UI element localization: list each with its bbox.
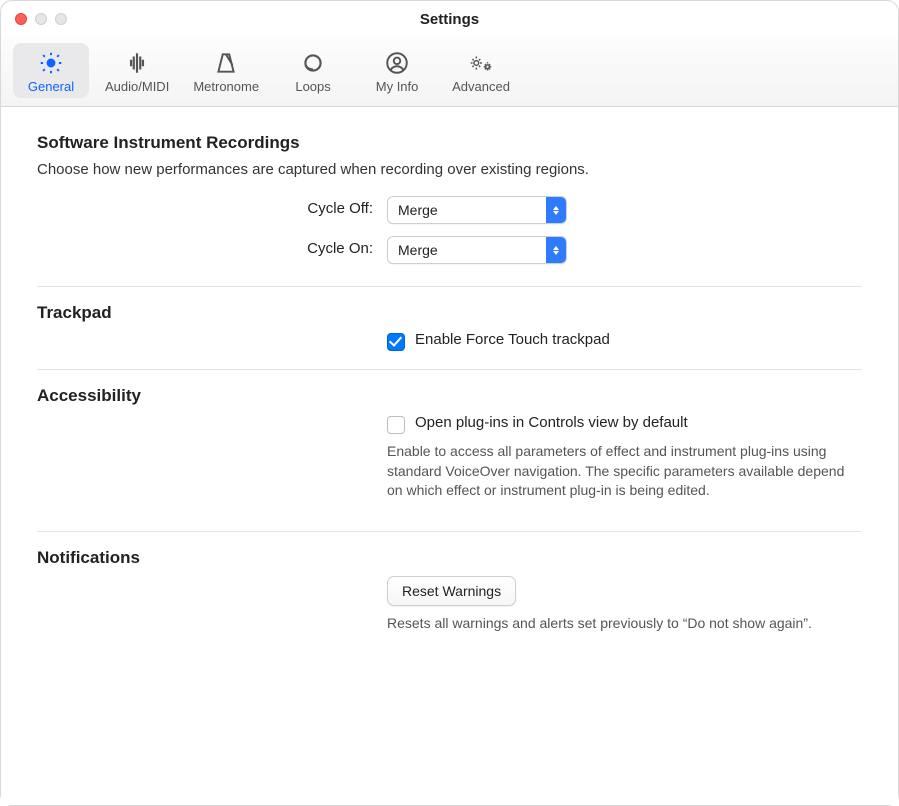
reset-warnings-label: Reset Warnings bbox=[402, 583, 501, 599]
reset-warnings-button[interactable]: Reset Warnings bbox=[387, 576, 516, 606]
traffic-lights bbox=[15, 13, 67, 25]
recordings-description: Choose how new performances are captured… bbox=[37, 161, 862, 178]
tab-label: Metronome bbox=[193, 79, 259, 94]
gear-icon bbox=[37, 49, 65, 77]
chevron-updown-icon bbox=[546, 237, 566, 263]
maximize-window-button[interactable] bbox=[55, 13, 67, 25]
tab-general[interactable]: General bbox=[13, 43, 89, 98]
tab-label: Loops bbox=[295, 79, 330, 94]
settings-toolbar: General Audio/MIDI Metronome bbox=[1, 37, 898, 107]
window-title: Settings bbox=[420, 11, 479, 28]
reset-warnings-hint: Resets all warnings and alerts set previ… bbox=[387, 614, 862, 634]
chevron-updown-icon bbox=[546, 197, 566, 223]
plugins-controls-checkbox[interactable] bbox=[387, 416, 405, 434]
minimize-window-button[interactable] bbox=[35, 13, 47, 25]
section-trackpad: Trackpad Enable Force Touch trackpad bbox=[37, 303, 862, 370]
metronome-icon bbox=[212, 49, 240, 77]
tab-my-info[interactable]: My Info bbox=[359, 43, 435, 98]
person-icon bbox=[383, 49, 411, 77]
tab-loops[interactable]: Loops bbox=[275, 43, 351, 98]
section-notifications: Notifications Reset Warnings Resets all … bbox=[37, 548, 862, 664]
plugins-controls-label: Open plug-ins in Controls view by defaul… bbox=[415, 414, 688, 431]
waveform-icon bbox=[123, 49, 151, 77]
close-window-button[interactable] bbox=[15, 13, 27, 25]
gears-icon bbox=[467, 49, 495, 77]
notifications-heading: Notifications bbox=[37, 548, 862, 568]
cycle-on-label: Cycle On: bbox=[37, 236, 377, 257]
tab-label: Audio/MIDI bbox=[105, 79, 169, 94]
trackpad-heading: Trackpad bbox=[37, 303, 862, 323]
accessibility-heading: Accessibility bbox=[37, 386, 862, 406]
tab-label: Advanced bbox=[452, 79, 510, 94]
section-recordings: Software Instrument Recordings Choose ho… bbox=[37, 133, 862, 287]
force-touch-checkbox[interactable] bbox=[387, 333, 405, 351]
tab-audio-midi[interactable]: Audio/MIDI bbox=[97, 43, 177, 98]
cycle-on-select[interactable]: Merge bbox=[387, 236, 567, 264]
cycle-off-value: Merge bbox=[398, 202, 438, 218]
plugins-controls-hint: Enable to access all parameters of effec… bbox=[387, 442, 862, 501]
settings-window: Settings General Audio/MIDI bbox=[1, 1, 898, 805]
section-accessibility: Accessibility Open plug-ins in Controls … bbox=[37, 386, 862, 532]
cycle-off-select[interactable]: Merge bbox=[387, 196, 567, 224]
content-area: Software Instrument Recordings Choose ho… bbox=[1, 107, 898, 805]
cycle-off-label: Cycle Off: bbox=[37, 196, 377, 217]
tab-label: My Info bbox=[376, 79, 419, 94]
tab-advanced[interactable]: Advanced bbox=[443, 43, 519, 98]
titlebar: Settings bbox=[1, 1, 898, 37]
tab-metronome[interactable]: Metronome bbox=[185, 43, 267, 98]
loop-icon bbox=[299, 49, 327, 77]
cycle-on-value: Merge bbox=[398, 242, 438, 258]
recordings-heading: Software Instrument Recordings bbox=[37, 133, 862, 153]
force-touch-label: Enable Force Touch trackpad bbox=[415, 331, 610, 348]
tab-label: General bbox=[28, 79, 74, 94]
